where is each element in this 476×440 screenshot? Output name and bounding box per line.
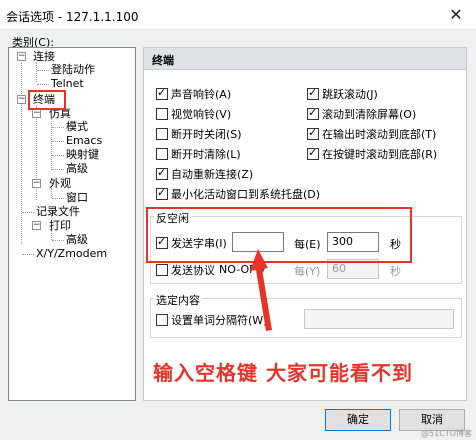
watermark: @51CTO博客 [421,429,472,438]
ok-button[interactable]: 确定 [325,409,391,431]
collapse-icon[interactable]: − [32,109,41,118]
tree-item-connection[interactable]: 连接 [33,50,55,64]
minimize-to-tray-label: 最小化活动窗口到系统托盘(D) [171,188,321,201]
word-delimiters-input[interactable] [304,309,454,329]
checkbox-icon [307,146,319,160]
scroll-on-output-checkbox[interactable]: 在输出时滚动到底部(T) [307,126,436,142]
tree-line [51,118,52,170]
checkbox-icon [307,86,319,100]
window-title: 会话选项 - 127.1.1.100 [6,10,139,24]
annotation-text: 输入空格键 大家可能看不到 [153,361,413,385]
panel-header: 终端 [144,48,466,70]
clear-on-disconnect-label: 断开时清除(L) [171,148,241,161]
tree-line [52,240,64,241]
tree-item-window[interactable]: 窗口 [66,191,88,205]
checkbox-icon [156,148,168,160]
panel-title: 终端 [152,54,174,67]
close-on-disconnect-checkbox[interactable]: 断开时关闭(S) [156,126,242,142]
checkbox-icon [156,264,168,276]
checkbox-icon [307,126,319,140]
tree-item-mapped-keys[interactable]: 映射键 [66,148,99,162]
arrow-up-icon [250,249,272,331]
visual-bell-label: 视觉响铃(V) [171,108,232,121]
scroll-to-clear-label: 滚动到清除屏幕(O) [322,108,417,121]
scroll-to-clear-checkbox[interactable]: 滚动到清除屏幕(O) [307,106,416,122]
tree-item-print-advanced[interactable]: 高级 [66,233,88,247]
tree-line [37,70,49,71]
tree-line [37,84,49,85]
jump-scroll-checkbox[interactable]: 跳跃滚动(J) [307,86,378,102]
clear-on-disconnect-checkbox[interactable]: 断开时清除(L) [156,146,241,162]
checkbox-icon [156,86,168,100]
tree-line [22,254,34,255]
audio-bell-label: 声音响铃(A) [171,88,232,101]
tree-line [21,62,22,244]
send-protocol-label: 发送协议 [171,264,215,277]
tree-line [52,141,64,142]
every2-label: 每(Y) [294,265,321,278]
tree-item-printing[interactable]: 打印 [49,219,71,233]
tree-item-appearance[interactable]: 外观 [49,177,71,191]
close-on-disconnect-label: 断开时关闭(S) [171,128,242,141]
tree-item-login-actions[interactable]: 登陆动作 [51,63,95,77]
jump-scroll-label: 跳跃滚动(J) [322,88,378,101]
tree-line [52,169,64,170]
checkbox-icon [307,106,319,120]
collapse-icon[interactable]: − [17,52,26,61]
send-protocol-checkbox[interactable]: 发送协议 [156,262,215,278]
tree-line [36,62,37,82]
selection-title: 选定内容 [154,292,202,308]
scroll-on-keypress-label: 在按键时滚动到底部(R) [322,148,438,161]
auto-reconnect-label: 自动重新连接(Z) [171,168,254,181]
collapse-icon[interactable]: − [17,95,26,104]
tree-line [22,212,34,213]
checkbox-icon [156,186,168,200]
checkbox-icon [156,128,168,140]
tree-item-xyzmodem[interactable]: X/Y/Zmodem [36,247,107,261]
category-tree[interactable]: − 连接 登陆动作 Telnet − 终端 − 仿真 模式 Emacs 映射键 … [8,47,136,401]
collapse-icon[interactable]: − [32,179,41,188]
auto-reconnect-checkbox[interactable]: 自动重新连接(Z) [156,166,253,182]
tree-line [52,127,64,128]
checkbox-icon [156,166,168,180]
tree-line [52,198,64,199]
tree-item-telnet[interactable]: Telnet [51,77,84,91]
tree-item-log-file[interactable]: 记录文件 [36,205,80,219]
audio-bell-checkbox[interactable]: 声音响铃(A) [156,86,231,102]
minimize-to-tray-checkbox[interactable]: 最小化活动窗口到系统托盘(D) [156,186,320,202]
scroll-on-keypress-checkbox[interactable]: 在按键时滚动到底部(R) [307,146,437,162]
scroll-on-output-label: 在输出时滚动到底部(T) [322,128,437,141]
tree-item-emacs[interactable]: Emacs [66,134,102,148]
terminal-highlight-box [28,90,66,110]
tree-item-modes[interactable]: 模式 [66,120,88,134]
checkbox-icon [156,108,168,120]
tree-line [52,155,64,156]
collapse-icon[interactable]: − [32,221,41,230]
close-icon[interactable]: ✕ [436,0,476,29]
title-bar: 会话选项 - 127.1.1.100 ✕ [0,0,476,30]
visual-bell-checkbox[interactable]: 视觉响铃(V) [156,106,231,122]
arrow-shape [250,249,272,331]
checkbox-icon [156,314,168,326]
seconds2-label: 秒 [390,265,401,278]
tree-item-advanced[interactable]: 高级 [66,162,88,176]
